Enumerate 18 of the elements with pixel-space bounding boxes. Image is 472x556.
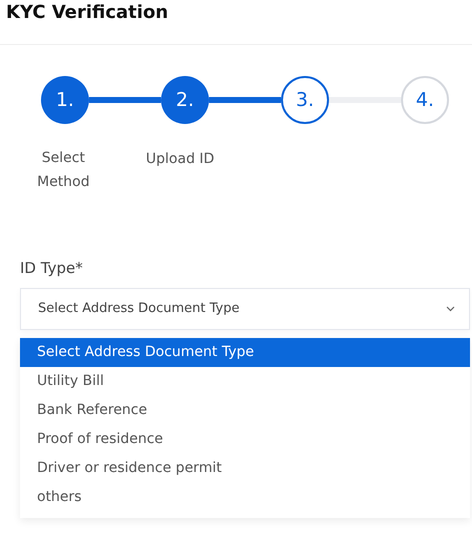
step-connector	[89, 97, 161, 103]
page-title: KYC Verification	[5, 1, 170, 25]
dropdown-option[interactable]: others	[20, 482, 470, 512]
field-label: ID Type*	[20, 258, 83, 279]
step-circle: 4.	[401, 76, 449, 124]
dropdown-option[interactable]: Select Address Document Type	[20, 338, 470, 366]
step-connector	[209, 97, 281, 103]
dropdown-option[interactable]: Proof of residence	[20, 424, 470, 454]
step-label: Select Method	[36, 149, 91, 192]
step-circle: 3.	[281, 76, 329, 124]
step-circle: 1.	[41, 76, 89, 124]
dropdown-option[interactable]: Bank Reference	[20, 396, 470, 424]
step-label: Upload ID	[146, 150, 214, 169]
step-connector	[329, 97, 401, 103]
step-circle: 2.	[161, 76, 209, 124]
select-field[interactable]: Select Address Document Type	[20, 288, 470, 330]
dropdown-option[interactable]: Utility Bill	[20, 366, 470, 396]
dropdown-option[interactable]: Driver or residence permit	[20, 454, 470, 482]
